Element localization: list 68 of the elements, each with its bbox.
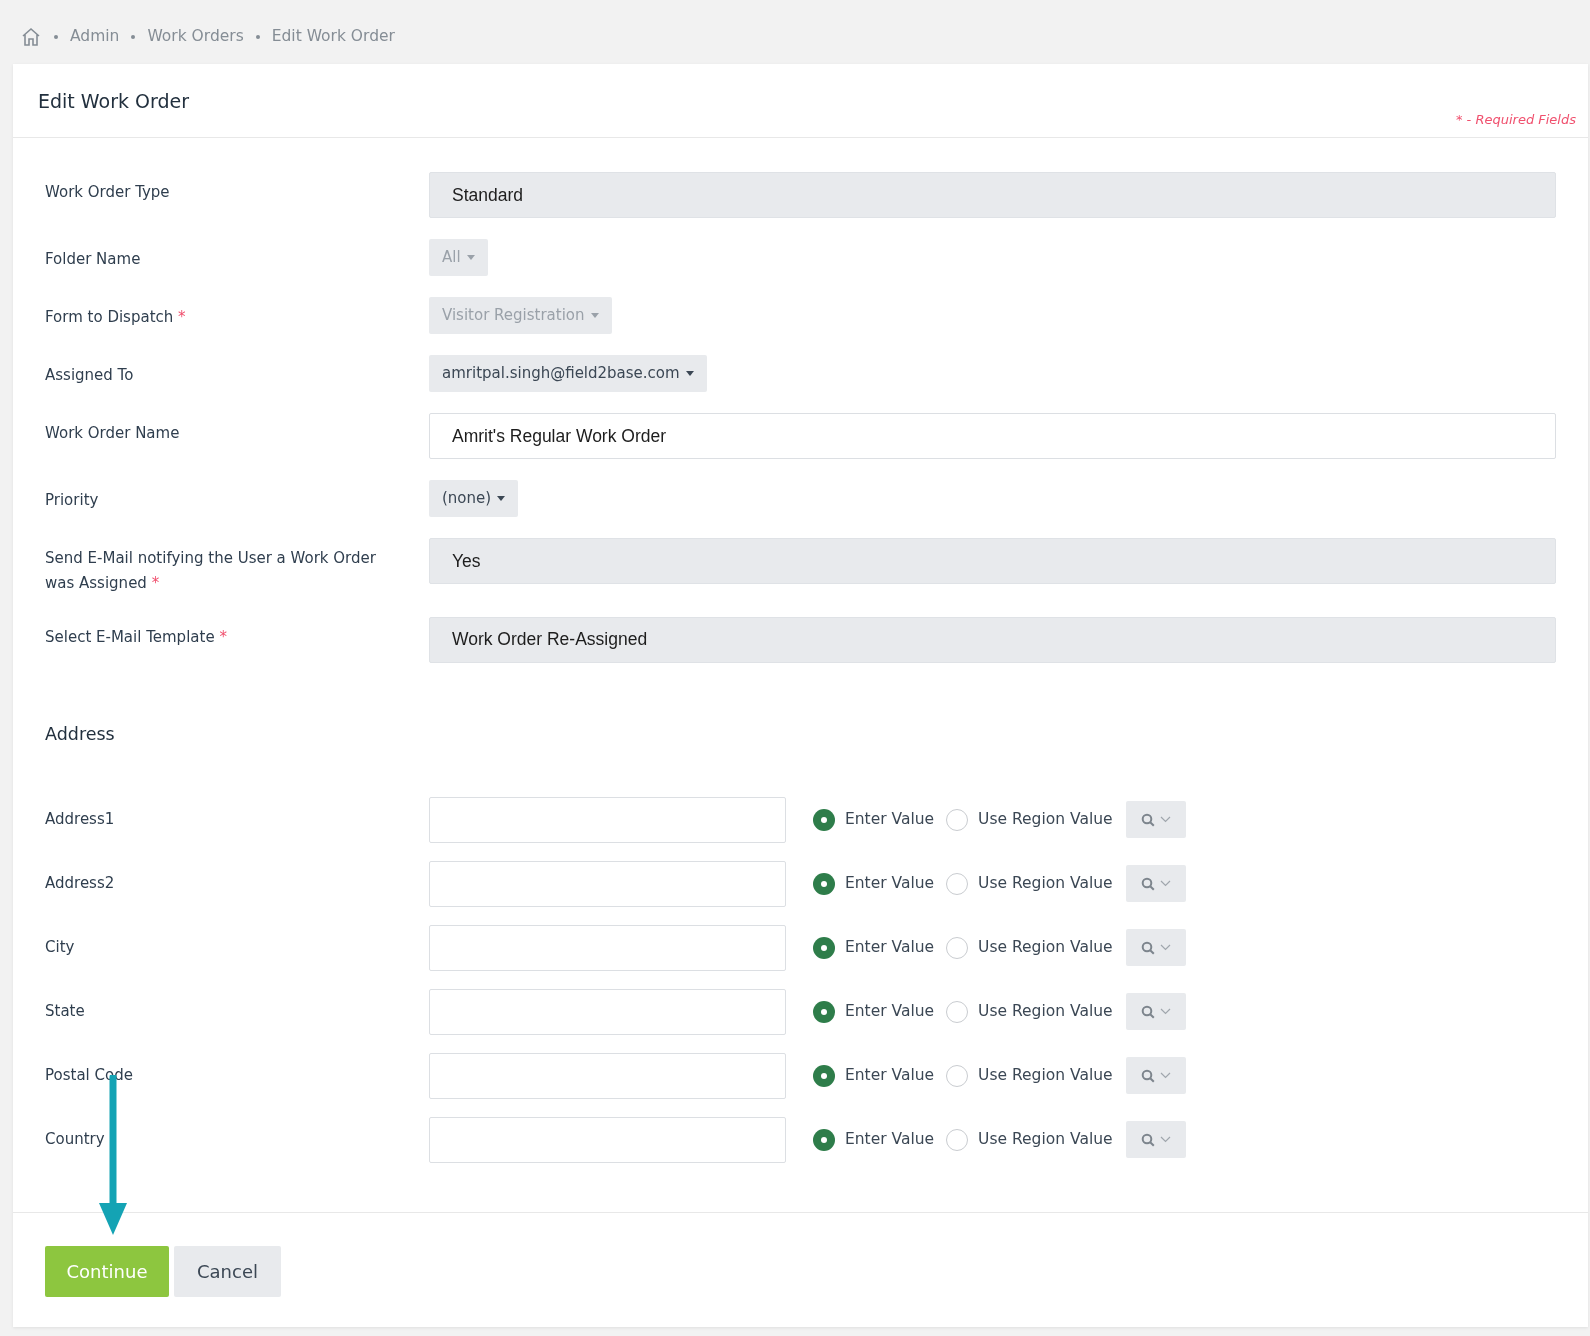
required-fields-note: * - Required Fields [1455, 110, 1576, 129]
field-label: Select E-Mail Template * [45, 626, 228, 648]
breadcrumb-current: Edit Work Order [271, 26, 395, 48]
caret-icon [466, 255, 475, 260]
radio-option[interactable]: Enter Value [813, 1000, 935, 1024]
radio-option[interactable]: Use Region Value [946, 1000, 1113, 1024]
chevron-icon [1159, 880, 1171, 888]
chevron-icon [1159, 1072, 1171, 1080]
search-icon [1140, 1004, 1155, 1019]
search-icon [1140, 876, 1155, 891]
lookup-button[interactable] [1125, 801, 1186, 839]
field-label: Form to Dispatch * [45, 307, 187, 328]
dropdown-button[interactable]: amritpal.singh@field2base.com [429, 355, 707, 392]
separator-dot [131, 35, 136, 39]
search-icon [1140, 1132, 1155, 1147]
input-field[interactable] [429, 924, 786, 971]
input-field[interactable] [429, 860, 786, 907]
field-label: City [45, 936, 76, 958]
readonly-field: Standard [429, 172, 1556, 218]
cancel-button[interactable]: Cancel [174, 1245, 281, 1297]
radio-option[interactable]: Use Region Value [946, 936, 1113, 960]
chevron-icon [1159, 816, 1171, 824]
card-title: Edit Work Order [38, 89, 189, 114]
radio-option[interactable]: Use Region Value [946, 1064, 1113, 1088]
radio-option[interactable]: Enter Value [813, 872, 935, 896]
radio-option[interactable]: Use Region Value [946, 872, 1113, 896]
separator-dot [54, 35, 58, 39]
search-icon [1140, 940, 1155, 955]
caret-icon [685, 371, 694, 376]
readonly-field: Work Order Re-Assigned [429, 616, 1556, 663]
separator-dot [255, 35, 260, 39]
search-icon [1140, 812, 1155, 827]
field-label: Work Order Name [45, 423, 181, 444]
field-label: Address1 [45, 808, 116, 830]
lookup-button[interactable] [1125, 993, 1186, 1031]
input-field[interactable]: Amrit's Regular Work Order [429, 413, 1556, 459]
lookup-button[interactable] [1125, 929, 1186, 967]
section-heading: Address [45, 722, 116, 746]
field-label: Priority [45, 490, 100, 511]
lookup-button[interactable] [1125, 865, 1186, 903]
radio-option[interactable]: Enter Value [813, 1128, 935, 1152]
field-label: Work Order Type [45, 182, 171, 203]
home-icon[interactable] [20, 26, 42, 48]
field-label: Country [45, 1128, 106, 1150]
chevron-icon [1159, 944, 1171, 952]
input-field[interactable] [429, 1052, 786, 1099]
dropdown-button[interactable]: (none) [429, 480, 519, 517]
input-field[interactable] [429, 988, 786, 1035]
input-field[interactable] [429, 1116, 786, 1163]
caret-icon [497, 496, 506, 501]
field-label: Folder Name [45, 249, 142, 270]
lookup-button[interactable] [1125, 1121, 1186, 1159]
caret-icon [590, 313, 599, 318]
radio-option[interactable]: Use Region Value [946, 1128, 1113, 1152]
chevron-icon [1159, 1008, 1171, 1016]
field-label: Assigned To [45, 365, 135, 386]
radio-option[interactable]: Enter Value [813, 808, 935, 832]
radio-option[interactable]: Use Region Value [946, 808, 1113, 832]
lookup-button[interactable] [1125, 1057, 1186, 1095]
radio-option[interactable]: Enter Value [813, 1064, 935, 1088]
field-label: State [45, 1000, 86, 1022]
input-field[interactable] [429, 796, 786, 843]
readonly-field: Yes [429, 538, 1556, 584]
field-label: Address2 [45, 872, 116, 894]
radio-option[interactable]: Enter Value [813, 936, 935, 960]
search-icon [1140, 1068, 1155, 1083]
chevron-icon [1159, 1136, 1171, 1144]
field-label: Send E-Mail notifying the User a Work Order was Assigned * [45, 548, 377, 594]
